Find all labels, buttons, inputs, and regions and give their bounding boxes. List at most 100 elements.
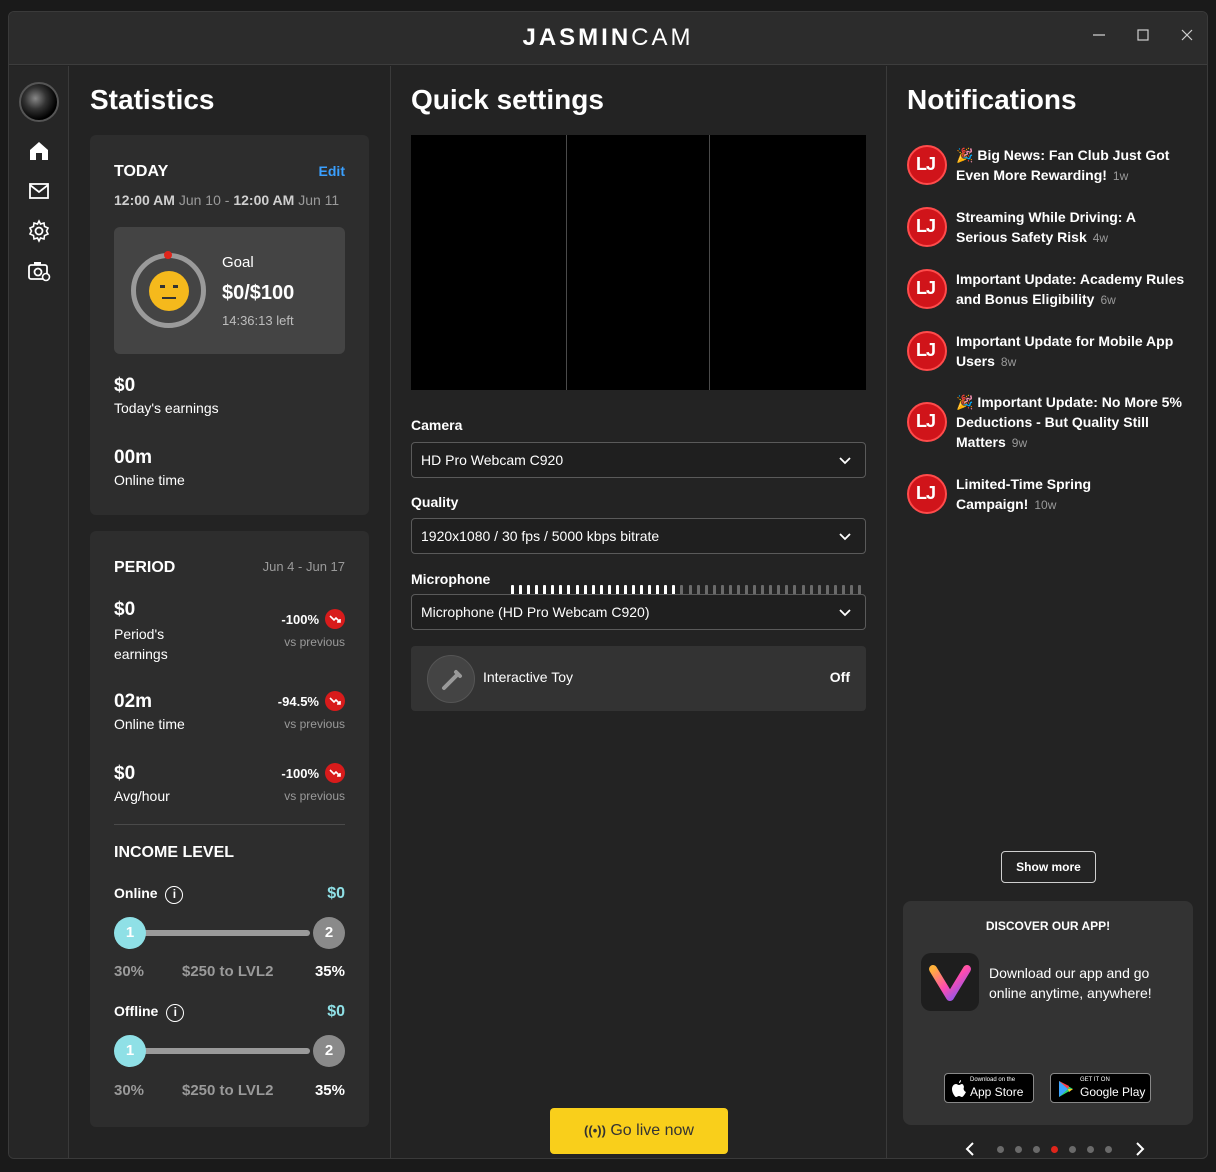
quick-settings-panel: Quick settings Camera HD Pro Webcam C920… [391,66,887,1158]
today-label: TODAY [114,163,169,180]
today-range: 12:00 AM Jun 10 - 12:00 AM Jun 11 [114,192,340,208]
close-button[interactable] [1175,26,1199,50]
jasmin-logo-icon: LJ [907,474,947,514]
carousel-dot[interactable] [1051,1146,1058,1153]
online-level-track [130,930,310,936]
notification-item[interactable]: LJ Important Update: Academy Rules and B… [907,269,1187,311]
goal-label: Goal [222,254,254,271]
divider [114,824,345,825]
nav-settings-button[interactable] [27,219,51,243]
chevron-right-icon[interactable] [1133,1141,1147,1157]
today-card: TODAY Edit 12:00 AM Jun 10 - 12:00 AM Ju… [90,135,369,515]
offline-level-current-pct: 30% [114,1082,145,1099]
quick-settings-title: Quick settings [411,84,604,115]
online-time-label: Online time [114,472,185,488]
google-play-button[interactable]: GET IT ON Google Play [1050,1073,1151,1103]
toy-icon [427,655,475,703]
statistics-panel: Statistics TODAY Edit 12:00 AM Jun 10 - … [70,66,391,1158]
interactive-toy-row[interactable]: Interactive Toy Off [411,646,866,711]
offline-level-track [130,1048,310,1054]
camera-select[interactable]: HD Pro Webcam C920 [411,442,866,478]
period-avg-value: $0 [114,763,136,784]
camera-settings-icon [28,262,51,282]
jasmin-logo-icon: LJ [907,269,947,309]
close-icon [1181,29,1193,41]
online-level-knob-2: 2 [313,917,345,949]
notification-item[interactable]: LJ 🎉 Big News: Fan Club Just Got Even Mo… [907,145,1187,187]
microphone-select[interactable]: Microphone (HD Pro Webcam C920) [411,594,866,630]
go-live-button[interactable]: ((•)) Go live now [550,1108,728,1154]
period-avg-label: Avg/hour [114,788,170,804]
jasmin-logo-icon: LJ [907,402,947,442]
jasmin-logo-icon: LJ [907,331,947,371]
title-bar: JASMINCAM [9,12,1207,65]
carousel-dot[interactable] [1069,1146,1076,1153]
camera-preview [411,135,866,390]
toy-label: Interactive Toy [483,669,574,685]
camera-label: Camera [411,417,463,433]
info-icon[interactable]: i [166,1004,185,1022]
preview-divider [566,135,567,390]
home-icon [30,142,48,160]
offline-level-amount: $0 [327,1003,345,1020]
maximize-button[interactable] [1131,26,1155,50]
nav-home-button[interactable] [27,139,51,163]
notification-item[interactable]: LJ Streaming While Driving: A Serious Sa… [907,207,1187,249]
income-level-label: INCOME LEVEL [114,844,235,861]
goal-marker [164,251,172,259]
chevron-left-icon[interactable] [963,1141,977,1157]
notification-item[interactable]: LJ Limited-Time Spring Campaign! 10w [907,474,1187,516]
trend-down-icon [325,691,345,711]
info-icon[interactable]: i [165,886,184,904]
period-earnings-label: Period's earnings [114,626,168,662]
mail-icon [29,183,49,199]
show-more-button[interactable]: Show more [1001,851,1096,883]
minimize-button[interactable] [1087,26,1111,50]
carousel-dot[interactable] [1087,1146,1094,1153]
period-label: PERIOD [114,559,176,576]
period-range: Jun 4 - Jun 17 [262,559,345,574]
notification-item[interactable]: LJ 🎉 Important Update: No More 5% Deduct… [907,392,1187,454]
trend-down-icon [325,609,345,629]
quality-select[interactable]: 1920x1080 / 30 fps / 5000 kbps bitrate [411,518,866,554]
notification-item[interactable]: LJ Important Update for Mobile App Users… [907,331,1187,373]
toy-state[interactable]: Off [830,669,850,685]
notifications-panel: Notifications LJ 🎉 Big News: Fan Club Ju… [887,66,1207,1158]
avatar[interactable] [19,82,59,122]
goal-progress-ring [131,253,206,328]
carousel-dot[interactable] [1105,1146,1112,1153]
goal-widget: Goal $0/$100 14:36:13 left [114,227,345,354]
offline-level-knob-1: 1 [114,1035,146,1067]
carousel-dot[interactable] [1033,1146,1040,1153]
online-level-amount: $0 [327,885,345,902]
carousel-dot[interactable] [1015,1146,1022,1153]
chevron-down-icon [839,609,851,617]
offline-level-label: Offline i [114,1003,185,1022]
online-level-knob-1: 1 [114,917,146,949]
chevron-down-icon [839,533,851,541]
goal-time-left: 14:36:13 left [222,313,294,328]
gear-icon [28,219,50,243]
app-store-button[interactable]: Download on the App Store [944,1073,1034,1103]
chevron-down-icon [839,457,851,465]
period-earnings-trend: -100% vs previous [281,609,345,649]
app-window: JASMINCAM Statistics TODAY Edit 12:00 AM… [8,11,1208,1159]
offline-level-next: $250 to LVL2 [182,1082,274,1099]
statistics-title: Statistics [90,84,215,115]
google-play-icon [1059,1081,1073,1097]
online-level-next-pct: 35% [314,963,345,980]
trend-down-icon [325,763,345,783]
edit-link[interactable]: Edit [319,163,345,179]
jasmin-logo-icon: LJ [907,145,947,185]
app-logo-icon [921,953,979,1011]
app-promo-card: DISCOVER OUR APP! Download our app and g… [903,901,1193,1125]
nav-camera-settings-button[interactable] [27,259,51,283]
period-online-value: 02m [114,691,153,712]
app-promo-text: Download our app and go online anytime, … [989,965,1152,1001]
period-online-trend: -94.5% vs previous [278,691,345,731]
carousel-dot[interactable] [997,1146,1004,1153]
nav-mail-button[interactable] [27,179,51,203]
neutral-face-icon [149,271,189,311]
online-level-current-pct: 30% [114,963,145,980]
period-avg-trend: -100% vs previous [281,763,345,803]
